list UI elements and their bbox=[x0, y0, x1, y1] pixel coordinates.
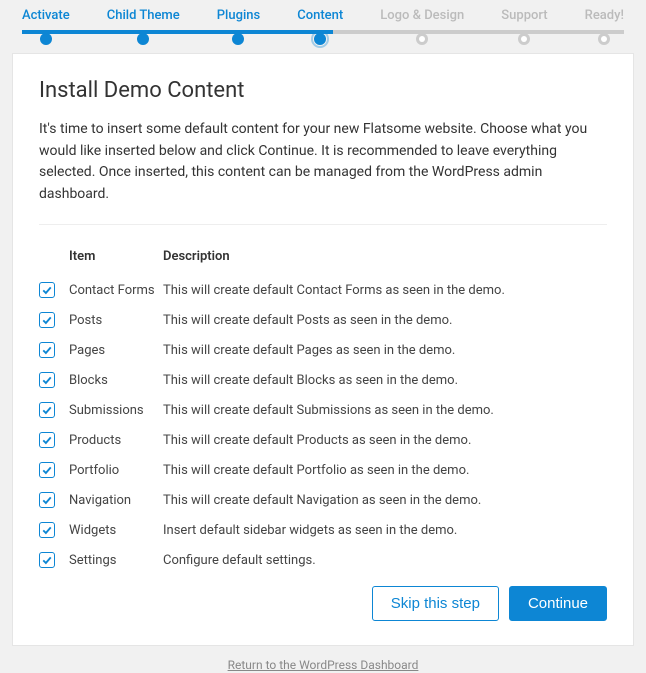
return-dashboard-link[interactable]: Return to the WordPress Dashboard bbox=[228, 658, 419, 672]
table-row: PagesThis will create default Pages as s… bbox=[39, 336, 607, 366]
checkbox[interactable] bbox=[39, 522, 55, 538]
footer: Return to the WordPress Dashboard bbox=[12, 654, 634, 673]
item-description: This will create default Portfolio as se… bbox=[163, 456, 607, 486]
item-description: Configure default settings. bbox=[163, 546, 607, 576]
step-label: Logo & Design bbox=[380, 8, 464, 23]
step-label[interactable]: Content bbox=[297, 8, 343, 23]
step-label: Ready! bbox=[585, 8, 624, 23]
step-dot bbox=[137, 33, 149, 45]
step-ready-: Ready! bbox=[585, 8, 624, 23]
table-row: BlocksThis will create default Blocks as… bbox=[39, 366, 607, 396]
step-support: Support bbox=[501, 8, 547, 23]
checkbox[interactable] bbox=[39, 402, 55, 418]
stepper-progress bbox=[22, 30, 333, 34]
step-dot bbox=[518, 33, 530, 45]
wizard-card: Install Demo Content It's time to insert… bbox=[12, 53, 634, 646]
step-activate[interactable]: Activate bbox=[22, 8, 70, 23]
step-content[interactable]: Content bbox=[297, 8, 343, 23]
item-name: Portfolio bbox=[69, 456, 163, 486]
header-description: Description bbox=[163, 243, 607, 276]
step-dot bbox=[232, 33, 244, 45]
checkbox[interactable] bbox=[39, 462, 55, 478]
table-row: NavigationThis will create default Navig… bbox=[39, 486, 607, 516]
item-description: This will create default Posts as seen i… bbox=[163, 306, 607, 336]
checkbox[interactable] bbox=[39, 492, 55, 508]
item-name: Contact Forms bbox=[69, 276, 163, 306]
item-description: This will create default Products as see… bbox=[163, 426, 607, 456]
step-label[interactable]: Activate bbox=[22, 8, 70, 23]
checkbox[interactable] bbox=[39, 282, 55, 298]
table-row: ProductsThis will create default Product… bbox=[39, 426, 607, 456]
item-name: Posts bbox=[69, 306, 163, 336]
item-name: Settings bbox=[69, 546, 163, 576]
table-row: Contact FormsThis will create default Co… bbox=[39, 276, 607, 306]
table-row: PortfolioThis will create default Portfo… bbox=[39, 456, 607, 486]
page-intro: It's time to insert some default content… bbox=[39, 119, 607, 206]
step-logo-design: Logo & Design bbox=[380, 8, 464, 23]
wizard-stepper: Activate Child Theme Plugins Content Logo & … bbox=[12, 8, 634, 49]
item-description: Insert default sidebar widgets as seen i… bbox=[163, 516, 607, 546]
step-label[interactable]: Child Theme bbox=[107, 8, 180, 23]
step-dot bbox=[416, 33, 428, 45]
item-name: Products bbox=[69, 426, 163, 456]
content-table: Item Description Contact FormsThis will … bbox=[39, 243, 607, 576]
item-description: This will create default Submissions as … bbox=[163, 396, 607, 426]
content-tbody: Contact FormsThis will create default Co… bbox=[39, 276, 607, 576]
wizard-actions: Skip this step Continue bbox=[39, 586, 607, 621]
checkbox[interactable] bbox=[39, 312, 55, 328]
item-description: This will create default Blocks as seen … bbox=[163, 366, 607, 396]
step-dot bbox=[314, 33, 326, 45]
table-row: WidgetsInsert default sidebar widgets as… bbox=[39, 516, 607, 546]
step-label: Support bbox=[501, 8, 547, 23]
divider bbox=[39, 224, 607, 225]
checkbox[interactable] bbox=[39, 432, 55, 448]
step-dot bbox=[598, 33, 610, 45]
continue-button[interactable]: Continue bbox=[509, 586, 607, 621]
step-plugins[interactable]: Plugins bbox=[217, 8, 260, 23]
item-name: Widgets bbox=[69, 516, 163, 546]
item-description: This will create default Contact Forms a… bbox=[163, 276, 607, 306]
skip-button[interactable]: Skip this step bbox=[372, 586, 499, 621]
checkbox[interactable] bbox=[39, 552, 55, 568]
table-row: SubmissionsThis will create default Subm… bbox=[39, 396, 607, 426]
checkbox[interactable] bbox=[39, 372, 55, 388]
item-name: Submissions bbox=[69, 396, 163, 426]
table-row: PostsThis will create default Posts as s… bbox=[39, 306, 607, 336]
checkbox[interactable] bbox=[39, 342, 55, 358]
item-description: This will create default Pages as seen i… bbox=[163, 336, 607, 366]
item-name: Pages bbox=[69, 336, 163, 366]
item-description: This will create default Navigation as s… bbox=[163, 486, 607, 516]
item-name: Blocks bbox=[69, 366, 163, 396]
page-title: Install Demo Content bbox=[39, 78, 607, 103]
item-name: Navigation bbox=[69, 486, 163, 516]
table-row: SettingsConfigure default settings. bbox=[39, 546, 607, 576]
header-item: Item bbox=[69, 243, 163, 276]
step-dot bbox=[40, 33, 52, 45]
step-child-theme[interactable]: Child Theme bbox=[107, 8, 180, 23]
step-label[interactable]: Plugins bbox=[217, 8, 260, 23]
